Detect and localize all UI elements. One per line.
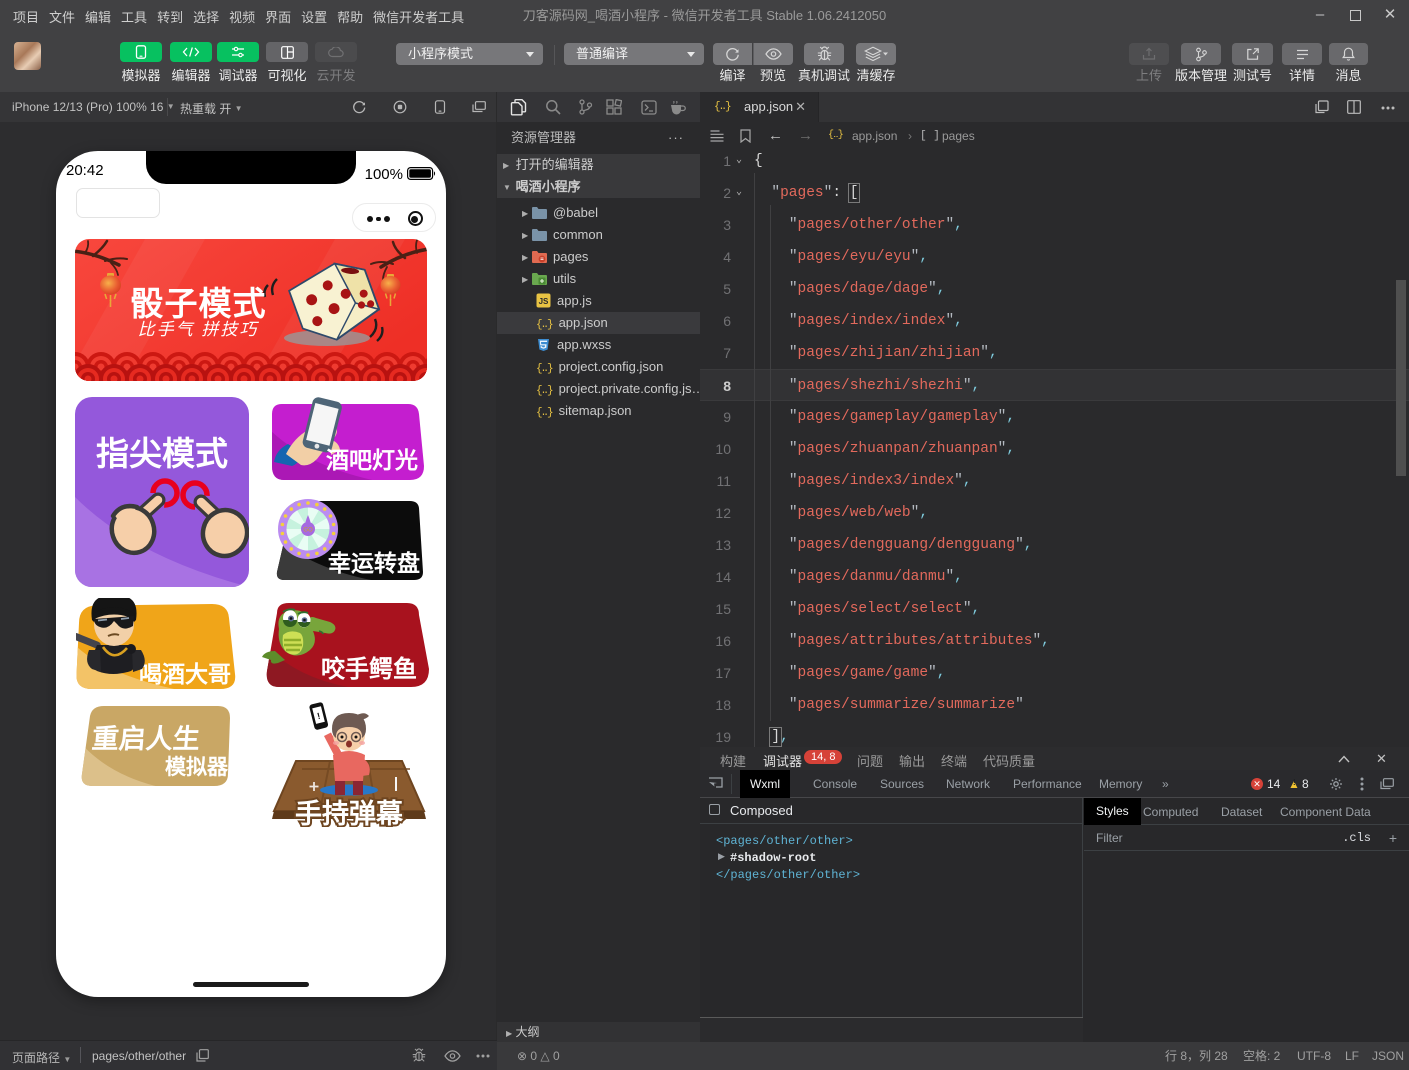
svg-text:喝酒大哥: 喝酒大哥	[139, 661, 231, 687]
svg-text:咬手鳄鱼: 咬手鳄鱼	[321, 655, 417, 683]
svg-text:GO: GO	[303, 528, 313, 534]
svg-text:模拟器: 模拟器	[165, 755, 229, 779]
svg-text:酒吧灯光: 酒吧灯光	[326, 447, 418, 473]
svg-text:重启人生: 重启人生	[91, 724, 202, 754]
svg-text:手持弹幕: 手持弹幕	[295, 799, 404, 827]
svg-text:JS: JS	[539, 297, 549, 306]
svg-text:指尖模式: 指尖模式	[96, 435, 228, 472]
svg-text:幸运转盘: 幸运转盘	[328, 550, 420, 576]
